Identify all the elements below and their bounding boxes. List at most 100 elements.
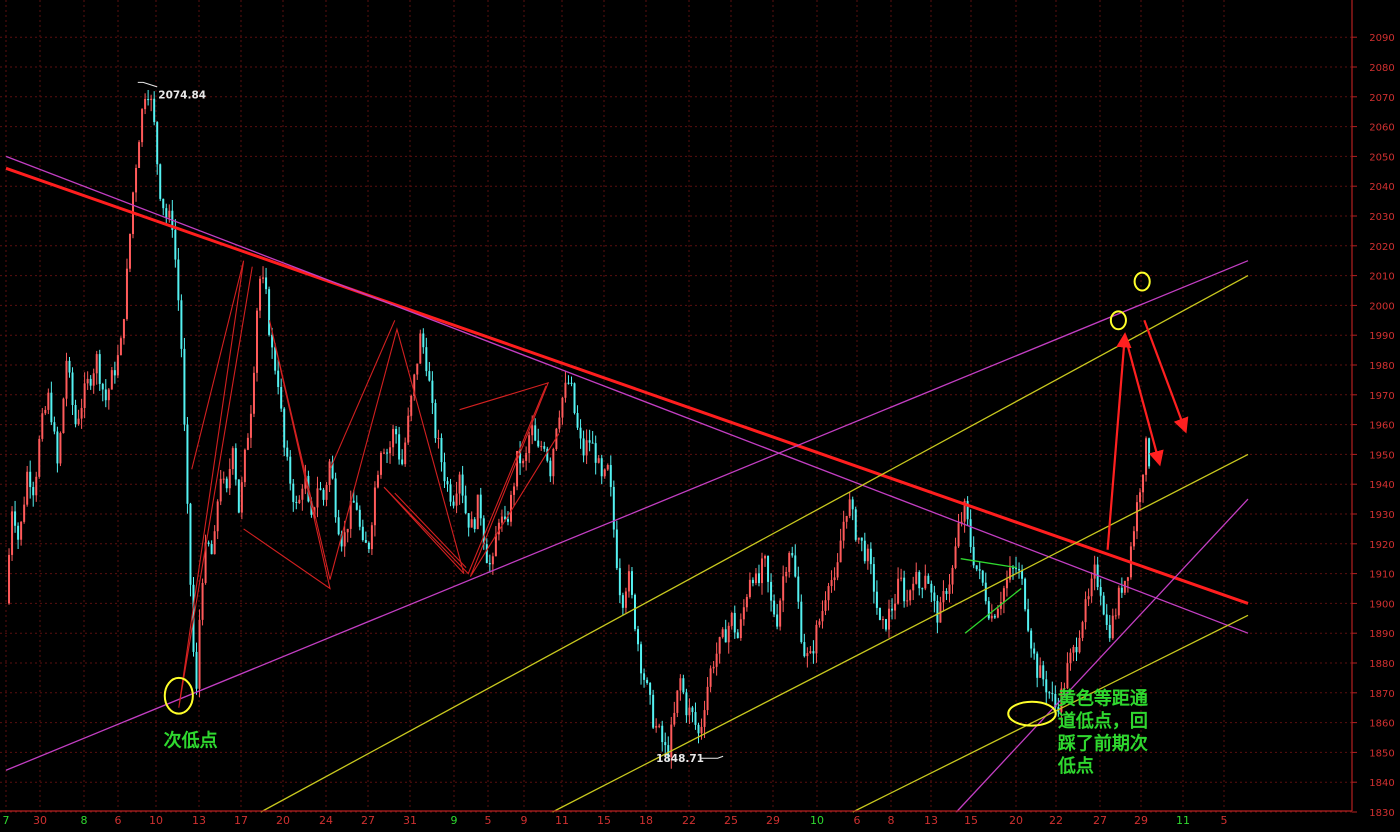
x-tick-label: 29: [1134, 814, 1148, 827]
y-tick-label: 1890: [1369, 629, 1394, 640]
price-candle-body: [201, 582, 204, 620]
x-tick-label: 10: [810, 814, 824, 827]
price-candle-body: [993, 615, 996, 618]
y-tick-label: 1910: [1369, 570, 1394, 581]
price-candle-body: [74, 405, 77, 425]
price-candle-body: [416, 363, 419, 375]
price-candle-body: [585, 440, 588, 456]
price-candle-body: [392, 428, 395, 448]
price-candle-body: [800, 601, 803, 643]
price-candle-body: [561, 397, 564, 418]
y-tick-label: 1990: [1369, 331, 1394, 342]
price-candle-body: [1139, 492, 1141, 503]
price-candle-body: [1027, 609, 1030, 631]
price-candle-body: [836, 562, 839, 578]
price-candle-body: [449, 484, 452, 502]
x-tick-label: 22: [1049, 814, 1063, 827]
price-candle-body: [1084, 599, 1087, 623]
price-candle-body: [694, 712, 697, 725]
y-tick-label: 1920: [1369, 540, 1394, 551]
main-downtrend: [5, 166, 1249, 605]
x-tick-label: 24: [319, 814, 333, 827]
price-candle-body: [240, 482, 243, 513]
price-candle-body: [697, 724, 700, 734]
x-tick-label: 22: [682, 814, 696, 827]
annotation-line: 低点: [1057, 755, 1094, 777]
y-tick-label: 1870: [1369, 689, 1394, 700]
price-candle-body: [410, 396, 413, 416]
price-candle-body: [748, 579, 751, 598]
price-candle-body: [888, 608, 891, 630]
price-candle-body: [156, 122, 159, 165]
price-candle-body: [703, 710, 706, 727]
price-candle-body: [461, 474, 464, 496]
price-candle-body: [733, 612, 736, 633]
price-candle-body: [531, 425, 534, 436]
price-candle-body: [222, 478, 225, 480]
price-candle-body: [591, 442, 594, 444]
price-candle-body: [174, 229, 177, 260]
price-candle-body: [951, 567, 954, 585]
price-candle-body: [1126, 577, 1129, 581]
price-candle-body: [159, 164, 162, 199]
price-candle-body: [259, 278, 262, 311]
price-candle-body: [434, 402, 437, 439]
price-candle-body: [637, 629, 640, 645]
y-tick-label: 1980: [1369, 361, 1394, 372]
price-candle-body: [364, 539, 367, 543]
price-candle-body: [1132, 531, 1135, 547]
price-candle-body: [506, 519, 509, 522]
price-candle-body: [818, 621, 821, 625]
price-candle-body: [627, 571, 630, 592]
price-candle-body: [881, 619, 884, 621]
y-tick-label: 2050: [1369, 152, 1394, 163]
price-candle-body: [1042, 665, 1045, 680]
price-candle-body: [930, 583, 933, 593]
price-candle-body: [255, 310, 258, 373]
price-candle-body: [736, 632, 739, 639]
price-candle-body: [975, 565, 978, 570]
x-tick-label: 6: [115, 814, 122, 827]
price-candle-body: [183, 348, 186, 425]
price-candle-body: [757, 573, 760, 584]
price-candle-body: [528, 435, 531, 454]
price-candle-body: [776, 614, 779, 627]
price-candle-body: [884, 619, 887, 630]
price-candle-body: [346, 528, 349, 533]
price-candle-body: [437, 437, 440, 439]
price-candle-body: [216, 501, 219, 532]
x-tick-label: 31: [403, 814, 417, 827]
high-label-leader: [137, 81, 158, 88]
price-candle-body: [29, 471, 32, 488]
y-tick-label: 1970: [1369, 391, 1394, 402]
price-candle-body: [26, 471, 29, 505]
price-candle-body: [552, 448, 555, 477]
price-candle-body: [153, 98, 156, 123]
price-candle-body: [246, 437, 249, 450]
price-candle-body: [252, 372, 255, 414]
price-candle-body: [422, 333, 425, 348]
price-candle-body: [564, 382, 567, 398]
price-candle-body: [280, 387, 283, 409]
price-candle-body: [322, 489, 325, 500]
price-candle-body: [334, 478, 337, 518]
price-candle-body: [228, 469, 231, 489]
price-candle-body: [386, 452, 389, 454]
price-candle-body: [700, 726, 703, 734]
price-candle-body: [141, 109, 144, 143]
x-tick-label: 8: [81, 814, 88, 827]
price-candle-body: [851, 499, 854, 510]
price-candle-body: [1114, 615, 1117, 617]
x-tick-label: 9: [521, 814, 528, 827]
price-candle-body: [794, 555, 797, 577]
price-candle-body: [168, 210, 171, 218]
price-candle-body: [89, 378, 92, 386]
low-label-leader: [701, 755, 724, 759]
price-candle-body: [473, 519, 476, 530]
price-candle-body: [352, 500, 355, 503]
price-candle-body: [624, 591, 627, 608]
price-candle-body: [727, 625, 730, 643]
price-candle-body: [337, 517, 340, 535]
price-candle-body: [1039, 665, 1042, 678]
price-candle-body: [915, 572, 918, 584]
